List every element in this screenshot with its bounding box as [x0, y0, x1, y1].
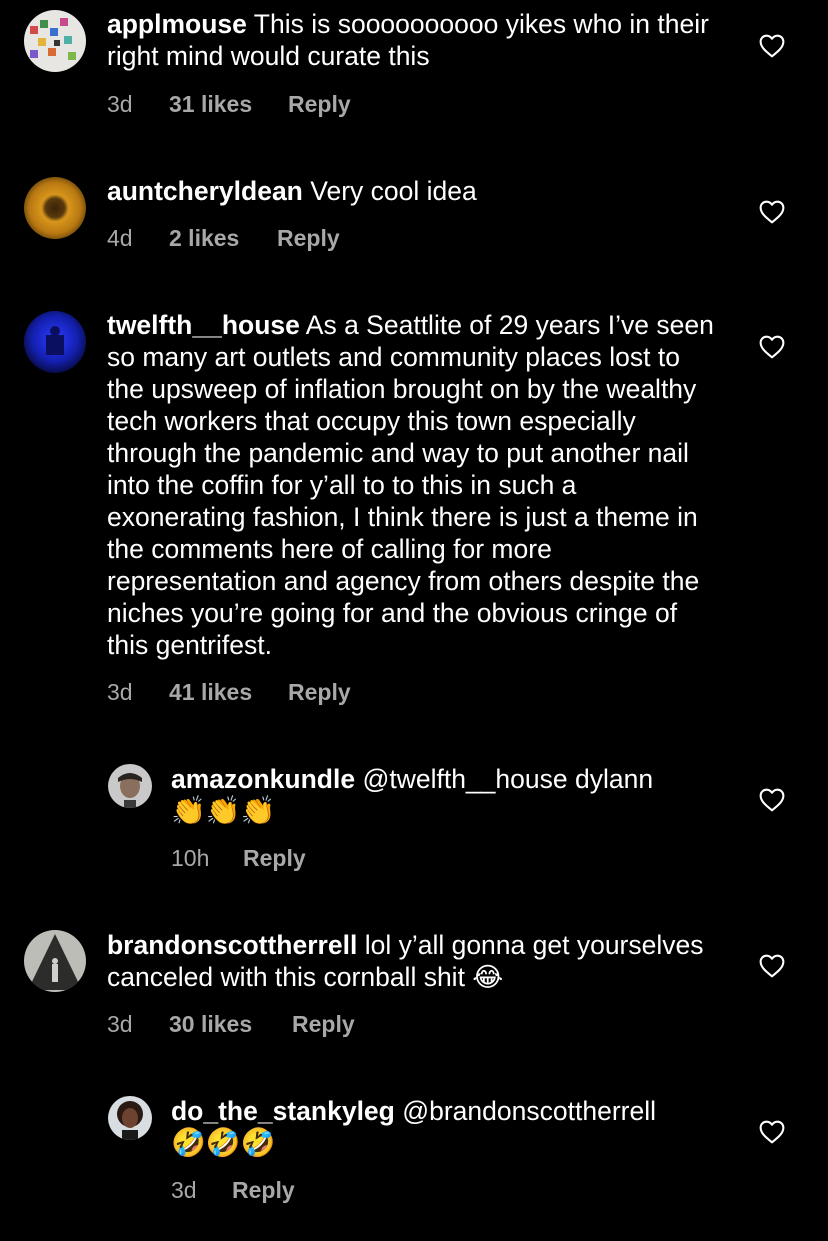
avatar-image — [24, 930, 86, 992]
reply-button[interactable]: Reply — [277, 225, 340, 252]
avatar[interactable] — [24, 10, 86, 72]
comment-username[interactable]: do_the_stankyleg — [171, 1096, 395, 1126]
reply-button[interactable]: Reply — [292, 1011, 355, 1038]
avatar[interactable] — [108, 764, 152, 808]
comment-meta: 4d 2 likes Reply — [107, 225, 340, 252]
heart-icon[interactable] — [759, 954, 785, 978]
reply-button[interactable]: Reply — [288, 679, 351, 706]
avatar[interactable] — [24, 177, 86, 239]
comment-username[interactable]: brandonscottherrell — [107, 930, 357, 960]
comment-emoji: 🤣🤣🤣 — [171, 1127, 276, 1158]
comment-username[interactable]: applmouse — [107, 9, 247, 39]
avatar[interactable] — [24, 930, 86, 992]
heart-icon[interactable] — [759, 1120, 785, 1144]
avatar-image — [24, 311, 86, 373]
avatar[interactable] — [24, 311, 86, 373]
avatar-image — [24, 177, 86, 239]
comment-body: As a Seattlite of 29 years I’ve seen so … — [107, 310, 722, 660]
avatar[interactable] — [108, 1096, 152, 1140]
comment-emoji: 👏👏👏 — [171, 795, 276, 826]
comment-meta: 3d Reply — [171, 1177, 295, 1204]
heart-icon[interactable] — [759, 788, 785, 812]
likes-count[interactable]: 31 likes — [169, 91, 288, 118]
comment-body: @twelfth__house dylann — [355, 764, 654, 794]
heart-icon[interactable] — [759, 200, 785, 224]
heart-icon[interactable] — [759, 335, 785, 359]
heart-icon[interactable] — [759, 34, 785, 58]
comment-meta: 3d 41 likes Reply — [107, 679, 351, 706]
comment-time: 4d — [107, 225, 133, 251]
avatar-image — [24, 10, 86, 72]
likes-count[interactable]: 41 likes — [169, 679, 288, 706]
comment-text: brandonscottherrell lol y’all gonna get … — [107, 929, 722, 993]
likes-count[interactable]: 2 likes — [169, 225, 277, 252]
comment-meta: 10h Reply — [171, 845, 306, 872]
likes-count[interactable]: 30 likes — [169, 1011, 292, 1038]
comment-time: 3d — [171, 1177, 197, 1203]
comment-username[interactable]: twelfth__house — [107, 310, 300, 340]
comment-body: @brandonscottherrell — [394, 1096, 656, 1126]
avatar-image — [108, 1096, 152, 1140]
reply-button[interactable]: Reply — [243, 845, 306, 872]
comment-username[interactable]: auntcheryldean — [107, 176, 303, 206]
comment-meta: 3d 31 likes Reply — [107, 91, 351, 118]
comment-text: applmouse This is soooooooooo yikes who … — [107, 8, 727, 72]
comment-text: amazonkundle @twelfth__house dylann — [171, 763, 731, 795]
comment-time: 3d — [107, 679, 133, 705]
comment-time: 10h — [171, 845, 210, 871]
comment-username[interactable]: amazonkundle — [171, 764, 355, 794]
avatar-image — [108, 764, 152, 808]
reply-button[interactable]: Reply — [288, 91, 351, 118]
comment-time: 3d — [107, 91, 133, 117]
comment-body: Very cool idea — [302, 176, 477, 206]
comment-time: 3d — [107, 1011, 133, 1037]
reply-button[interactable]: Reply — [232, 1177, 295, 1204]
comment-text: auntcheryldean Very cool idea — [107, 175, 727, 207]
comment-text: do_the_stankyleg @brandonscottherrell — [171, 1095, 731, 1127]
comment-meta: 3d 30 likes Reply — [107, 1011, 355, 1038]
comment-text: twelfth__house As a Seattlite of 29 year… — [107, 309, 722, 661]
